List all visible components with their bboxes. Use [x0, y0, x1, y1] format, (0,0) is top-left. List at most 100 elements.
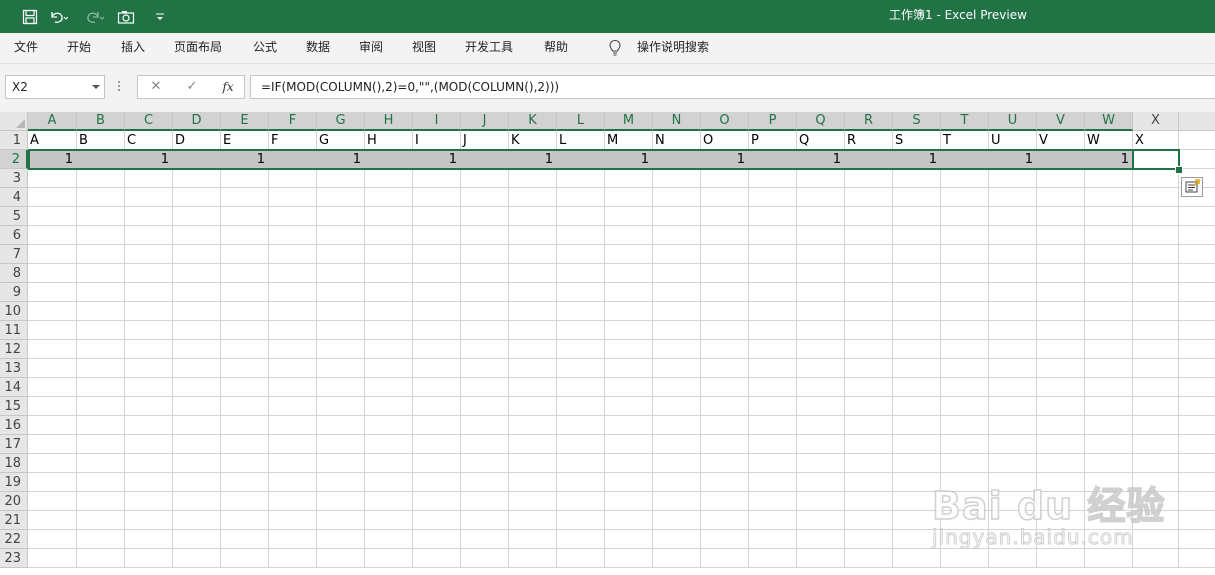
cell-h2[interactable] — [365, 150, 413, 169]
cell-y2[interactable] — [1179, 150, 1215, 169]
cell-d18[interactable] — [173, 454, 221, 473]
cell-k4[interactable] — [509, 188, 557, 207]
cell-r7[interactable] — [845, 245, 893, 264]
cell-a23[interactable] — [28, 549, 77, 568]
cell-p22[interactable] — [749, 530, 797, 549]
cell-h23[interactable] — [365, 549, 413, 568]
cell-u3[interactable] — [989, 169, 1037, 188]
cell-d14[interactable] — [173, 378, 221, 397]
cell-b7[interactable] — [77, 245, 125, 264]
cell-l11[interactable] — [557, 321, 605, 340]
cell-n22[interactable] — [653, 530, 701, 549]
row-header-19[interactable]: 19 — [0, 473, 28, 492]
row-header-9[interactable]: 9 — [0, 283, 28, 302]
cell-e4[interactable] — [221, 188, 269, 207]
cell-d13[interactable] — [173, 359, 221, 378]
cell-d16[interactable] — [173, 416, 221, 435]
column-header-i[interactable]: I — [413, 112, 461, 131]
cell-i3[interactable] — [413, 169, 461, 188]
cell-b23[interactable] — [77, 549, 125, 568]
cell-i12[interactable] — [413, 340, 461, 359]
cell-r8[interactable] — [845, 264, 893, 283]
cell-y20[interactable] — [1179, 492, 1215, 511]
cell-y5[interactable] — [1179, 207, 1215, 226]
cell-h15[interactable] — [365, 397, 413, 416]
cell-g5[interactable] — [317, 207, 365, 226]
cell-d22[interactable] — [173, 530, 221, 549]
cell-c1[interactable]: C — [125, 131, 173, 150]
cell-f5[interactable] — [269, 207, 317, 226]
cell-s7[interactable] — [893, 245, 941, 264]
check-icon[interactable]: ✓ — [180, 76, 204, 98]
cell-l20[interactable] — [557, 492, 605, 511]
cell-c21[interactable] — [125, 511, 173, 530]
cell-t7[interactable] — [941, 245, 989, 264]
cell-a14[interactable] — [28, 378, 77, 397]
cell-p9[interactable] — [749, 283, 797, 302]
cell-q8[interactable] — [797, 264, 845, 283]
cell-c11[interactable] — [125, 321, 173, 340]
cell-t16[interactable] — [941, 416, 989, 435]
cell-k2[interactable]: 1 — [509, 150, 557, 169]
cell-e19[interactable] — [221, 473, 269, 492]
formula-bar[interactable]: =IF(MOD(COLUMN(),2)=0,"",(MOD(COLUMN(),2… — [250, 75, 1215, 99]
cell-g16[interactable] — [317, 416, 365, 435]
cell-q5[interactable] — [797, 207, 845, 226]
cell-y10[interactable] — [1179, 302, 1215, 321]
cell-m16[interactable] — [605, 416, 653, 435]
cell-n8[interactable] — [653, 264, 701, 283]
cell-i11[interactable] — [413, 321, 461, 340]
column-header-s[interactable]: S — [893, 112, 941, 131]
cell-t5[interactable] — [941, 207, 989, 226]
cell-a11[interactable] — [28, 321, 77, 340]
cell-s10[interactable] — [893, 302, 941, 321]
column-header-y[interactable] — [1179, 112, 1215, 131]
cell-a16[interactable] — [28, 416, 77, 435]
cell-b2[interactable] — [77, 150, 125, 169]
cell-v1[interactable]: V — [1037, 131, 1085, 150]
cell-l7[interactable] — [557, 245, 605, 264]
column-header-o[interactable]: O — [701, 112, 749, 131]
grip-icon[interactable] — [118, 79, 122, 95]
cell-d5[interactable] — [173, 207, 221, 226]
cell-g9[interactable] — [317, 283, 365, 302]
cell-d15[interactable] — [173, 397, 221, 416]
cell-p6[interactable] — [749, 226, 797, 245]
cell-m3[interactable] — [605, 169, 653, 188]
cell-d4[interactable] — [173, 188, 221, 207]
cell-a4[interactable] — [28, 188, 77, 207]
cell-q21[interactable] — [797, 511, 845, 530]
cell-q15[interactable] — [797, 397, 845, 416]
save-icon[interactable] — [19, 6, 41, 28]
cell-n15[interactable] — [653, 397, 701, 416]
cell-g6[interactable] — [317, 226, 365, 245]
cell-y18[interactable] — [1179, 454, 1215, 473]
cell-g17[interactable] — [317, 435, 365, 454]
cell-q10[interactable] — [797, 302, 845, 321]
cell-l9[interactable] — [557, 283, 605, 302]
cell-h22[interactable] — [365, 530, 413, 549]
cell-i7[interactable] — [413, 245, 461, 264]
cell-l15[interactable] — [557, 397, 605, 416]
cell-o14[interactable] — [701, 378, 749, 397]
cell-y13[interactable] — [1179, 359, 1215, 378]
cell-h4[interactable] — [365, 188, 413, 207]
cell-q6[interactable] — [797, 226, 845, 245]
cell-c8[interactable] — [125, 264, 173, 283]
cell-v3[interactable] — [1037, 169, 1085, 188]
cell-x11[interactable] — [1133, 321, 1179, 340]
cell-c6[interactable] — [125, 226, 173, 245]
cell-v4[interactable] — [1037, 188, 1085, 207]
cell-f20[interactable] — [269, 492, 317, 511]
cell-s1[interactable]: S — [893, 131, 941, 150]
cell-k20[interactable] — [509, 492, 557, 511]
cell-m6[interactable] — [605, 226, 653, 245]
cell-c20[interactable] — [125, 492, 173, 511]
cell-r13[interactable] — [845, 359, 893, 378]
cell-o12[interactable] — [701, 340, 749, 359]
cell-y22[interactable] — [1179, 530, 1215, 549]
cell-h8[interactable] — [365, 264, 413, 283]
cell-k12[interactable] — [509, 340, 557, 359]
tab-formulas[interactable]: 公式 — [253, 33, 277, 63]
cell-k5[interactable] — [509, 207, 557, 226]
